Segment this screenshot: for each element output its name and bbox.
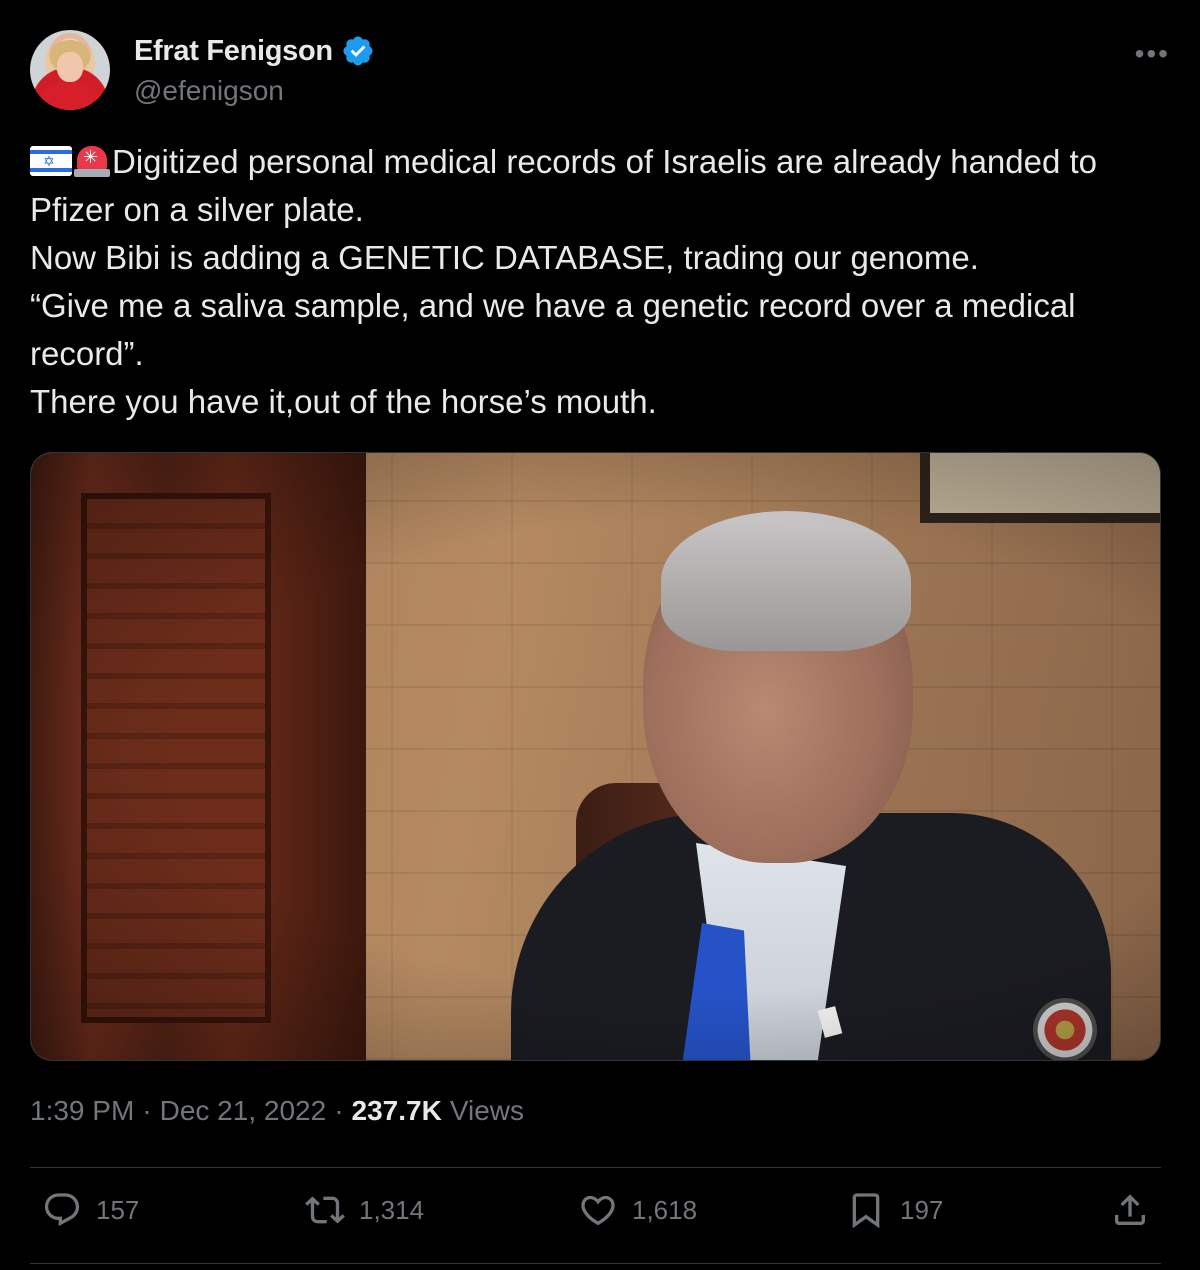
divider [30, 1263, 1161, 1264]
share-icon [1115, 1194, 1145, 1225]
like-button[interactable]: 1,618 [578, 1190, 697, 1230]
tweet-date[interactable]: Dec 21, 2022 [160, 1095, 327, 1127]
bookmark-icon [852, 1193, 880, 1229]
reply-count: 157 [96, 1194, 140, 1225]
israel-flag-icon: ✡ [30, 146, 72, 176]
divider [30, 1167, 1161, 1168]
like-count: 1,618 [632, 1194, 698, 1225]
bookmark-count: 197 [900, 1194, 944, 1225]
tweet-header: Efrat Fenigson @efenigson ••• [30, 30, 1170, 114]
police-siren-icon: ✳ [74, 144, 110, 178]
retweet-button[interactable]: 1,314 [305, 1190, 424, 1230]
author-display-name[interactable]: Efrat Fenigson [134, 35, 333, 68]
retweet-count: 1,314 [359, 1194, 425, 1225]
views-count: 237.7K [351, 1095, 442, 1126]
views-label: Views [449, 1095, 524, 1126]
author-name-row[interactable]: Efrat Fenigson [134, 34, 375, 68]
tweet-body: ✡ ✳ Digitized personal medical records of … [30, 138, 1170, 426]
tweet-meta: 1:39 PM · Dec 21, 2022 · 237.7K Views [30, 1095, 524, 1127]
reply-icon [44, 1193, 80, 1227]
bookmark-button[interactable]: 197 [846, 1190, 943, 1230]
tweet-time[interactable]: 1:39 PM [30, 1095, 134, 1127]
tweet-text: Digitized personal medical records of Is… [30, 143, 1098, 420]
share-button[interactable] [1110, 1190, 1150, 1230]
verified-badge-icon [343, 36, 373, 66]
meta-separator: · [334, 1095, 344, 1126]
author-handle[interactable]: @efenigson [134, 75, 284, 107]
avatar[interactable] [30, 30, 110, 110]
reply-button[interactable]: 157 [42, 1190, 139, 1230]
retweet-icon [305, 1196, 345, 1224]
video-media[interactable] [30, 452, 1161, 1061]
heart-icon [581, 1195, 615, 1226]
action-bar: 157 1,314 1,618 197 [30, 1190, 1161, 1246]
more-icon[interactable]: ••• [1135, 38, 1170, 70]
meta-separator: · [142, 1095, 152, 1126]
